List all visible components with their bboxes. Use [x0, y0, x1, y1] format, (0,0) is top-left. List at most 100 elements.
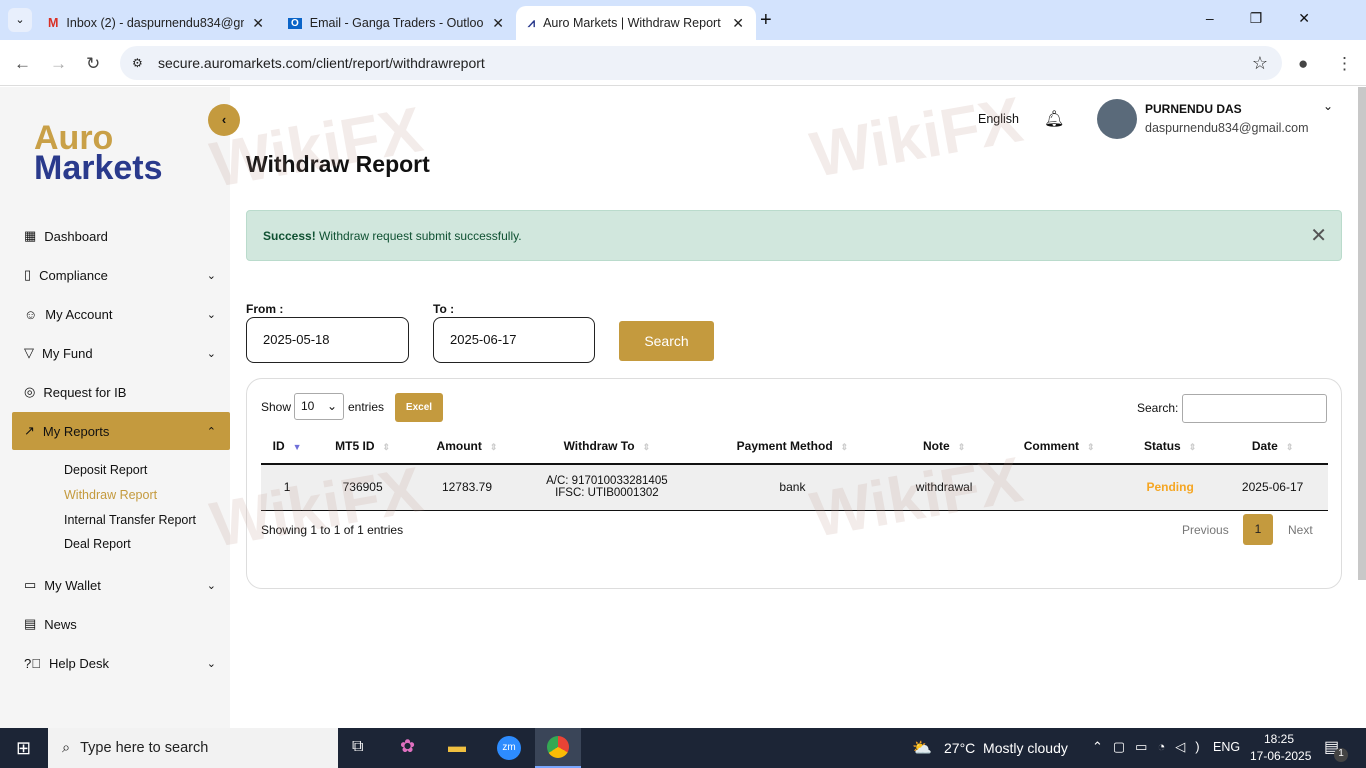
sidebar: ‹ Auro Markets ▦ Dashboard ▯ Compliance ⌄ ☺ M…: [0, 87, 240, 728]
page-1-button[interactable]: 1: [1243, 514, 1273, 545]
tab-search-button[interactable]: ⌄: [8, 8, 32, 32]
logo: Auro Markets: [34, 119, 163, 187]
sub-item-deposit-report[interactable]: Deposit Report: [64, 463, 147, 477]
bookmark-star-icon[interactable]: ☆: [1252, 53, 1268, 74]
fund-icon: ▽: [24, 345, 34, 360]
address-bar-row: ← → ↻ ⚙ secure.auromarkets.com/client/rep…: [0, 40, 1366, 86]
outlook-icon: O: [288, 17, 302, 29]
column-status[interactable]: Status ⇕: [1123, 429, 1218, 465]
file-explorer-icon[interactable]: ▬: [448, 736, 466, 757]
cell-date: 2025-06-17: [1217, 464, 1328, 511]
excel-button[interactable]: Excel: [395, 393, 443, 422]
cell-comment: [995, 464, 1124, 511]
sidebar-item-my-fund[interactable]: ▽ My Fund ⌄: [12, 334, 230, 372]
sidebar-item-help-desk[interactable]: ?⃝ Help Desk ⌄: [12, 644, 230, 682]
site-info-icon[interactable]: ⚙: [132, 56, 143, 70]
withdraw-table: ID ▼ MT5 ID ⇕ Amount ⇕ Withdraw To ⇕ Payment…: [261, 429, 1328, 511]
avatar[interactable]: [1097, 99, 1137, 139]
auro-icon: ⩘: [528, 15, 536, 30]
profile-icon[interactable]: ●: [1298, 54, 1308, 74]
label: My Account: [45, 306, 113, 322]
tab-bar: ⌄ M Inbox (2) - daspurnendu834@gmail.com ✕…: [0, 0, 1366, 40]
label: My Wallet: [44, 577, 101, 593]
from-label: From :: [246, 302, 284, 316]
bell-icon[interactable]: 🔔︎: [1044, 109, 1064, 129]
column-comment[interactable]: Comment ⇕: [995, 429, 1124, 465]
column-date[interactable]: Date ⇕: [1217, 429, 1328, 465]
collapse-sidebar-button[interactable]: ‹: [208, 104, 240, 136]
cell-mt5-id: 736905: [313, 464, 413, 511]
tab-outlook[interactable]: O Email - Ganga Traders - Outlook ✕: [276, 6, 516, 40]
table-info: Showing 1 to 1 of 1 entries: [261, 523, 404, 537]
weather-text[interactable]: 27°C Mostly cloudy: [944, 740, 1068, 756]
close-tab-icon[interactable]: ✕: [252, 15, 264, 32]
from-date-input[interactable]: 2025-05-18: [246, 317, 409, 363]
to-date-input[interactable]: 2025-06-17: [433, 317, 595, 363]
sidebar-item-dashboard[interactable]: ▦ Dashboard: [12, 217, 230, 255]
column-amount[interactable]: Amount ⇕: [412, 429, 522, 465]
tab-gmail[interactable]: M Inbox (2) - daspurnendu834@gmail.com ✕: [36, 6, 276, 40]
chevron-down-icon[interactable]: ⌄: [1323, 99, 1333, 113]
help-icon: ?⃝: [24, 655, 41, 671]
close-tab-icon[interactable]: ✕: [492, 15, 504, 32]
show-label: Show: [261, 400, 292, 414]
windows-start-icon[interactable]: ⊞: [16, 738, 31, 759]
url-bar[interactable]: ⚙ secure.auromarkets.com/client/report/wi…: [120, 46, 1282, 80]
table-row: 1 736905 12783.79 A/C: 917010033281405 IF…: [261, 464, 1328, 511]
label: My Fund: [42, 345, 93, 361]
close-icon[interactable]: ✕: [1310, 223, 1327, 248]
sub-item-withdraw-report[interactable]: Withdraw Report: [64, 488, 157, 502]
language-selector[interactable]: English: [978, 112, 1019, 126]
entries-select[interactable]: 10 ⌄: [294, 393, 344, 420]
sidebar-item-my-account[interactable]: ☺ My Account ⌄: [12, 295, 230, 333]
search-button[interactable]: Search: [619, 321, 714, 361]
sub-item-internal-transfer-report[interactable]: Internal Transfer Report: [64, 513, 196, 527]
tray-icons[interactable]: ⌃▢▭◔◁): [1092, 739, 1210, 755]
page-title: Withdraw Report: [246, 151, 430, 177]
scrollbar[interactable]: [1358, 87, 1366, 580]
tab-auro[interactable]: ⩘ Auro Markets | Withdraw Report ✕: [516, 6, 756, 40]
window-controls[interactable]: –❐✕: [1206, 10, 1346, 27]
user-email: daspurnendu834@gmail.com: [1145, 121, 1309, 135]
sidebar-item-my-wallet[interactable]: ▭ My Wallet ⌄: [12, 566, 230, 604]
column-id[interactable]: ID ▼: [261, 429, 314, 465]
column-payment-method[interactable]: Payment Method ⇕: [691, 429, 894, 465]
basketball-icon: ◎: [24, 384, 36, 399]
chrome-taskbar-button[interactable]: [535, 728, 581, 768]
gmail-icon: M: [48, 16, 59, 30]
sidebar-item-compliance[interactable]: ▯ Compliance ⌄: [12, 256, 230, 294]
chevron-up-icon: ⌃: [206, 425, 216, 438]
cell-amount: 12783.79: [412, 464, 522, 511]
sidebar-item-my-reports[interactable]: ↗ My Reports ⌃: [12, 412, 230, 450]
taskbar-search[interactable]: ⌕ Type here to search: [48, 728, 338, 768]
column-note[interactable]: Note ⇕: [893, 429, 996, 465]
column-withdraw-to[interactable]: Withdraw To ⇕: [521, 429, 692, 465]
task-view-icon[interactable]: ⧉: [352, 738, 363, 756]
document-icon: ▯: [24, 267, 32, 282]
clock-time[interactable]: 18:25: [1264, 732, 1294, 746]
reload-icon[interactable]: ↻: [86, 54, 100, 74]
chevron-down-icon: ⌄: [206, 347, 216, 360]
previous-button[interactable]: Previous: [1182, 523, 1229, 537]
clock-date[interactable]: 17-06-2025: [1250, 749, 1311, 763]
menu-icon[interactable]: ⋮: [1336, 54, 1353, 74]
column-mt5-id[interactable]: MT5 ID ⇕: [313, 429, 413, 465]
zoom-icon[interactable]: zm: [497, 736, 521, 760]
weather-icon: ⛅: [912, 740, 932, 757]
sidebar-item-news[interactable]: ▤ News: [12, 605, 230, 643]
label: My Reports: [42, 423, 110, 439]
forward-icon[interactable]: →: [50, 54, 67, 74]
language-indicator[interactable]: ENG: [1213, 740, 1240, 754]
table-search-input[interactable]: [1182, 394, 1327, 423]
back-icon[interactable]: ←: [14, 54, 31, 74]
label: Request for IB: [43, 384, 127, 400]
tab-title: Auro Markets | Withdraw Report: [543, 16, 721, 30]
copilot-icon[interactable]: ✿: [400, 736, 415, 757]
sub-item-deal-report[interactable]: Deal Report: [64, 537, 131, 551]
next-button[interactable]: Next: [1288, 523, 1313, 537]
label: News: [44, 616, 77, 632]
close-tab-icon[interactable]: ✕: [732, 15, 744, 32]
sidebar-item-request-ib[interactable]: ◎ Request for IB: [12, 373, 230, 411]
new-tab-button[interactable]: +: [760, 9, 772, 32]
cell-id: 1: [261, 464, 314, 511]
